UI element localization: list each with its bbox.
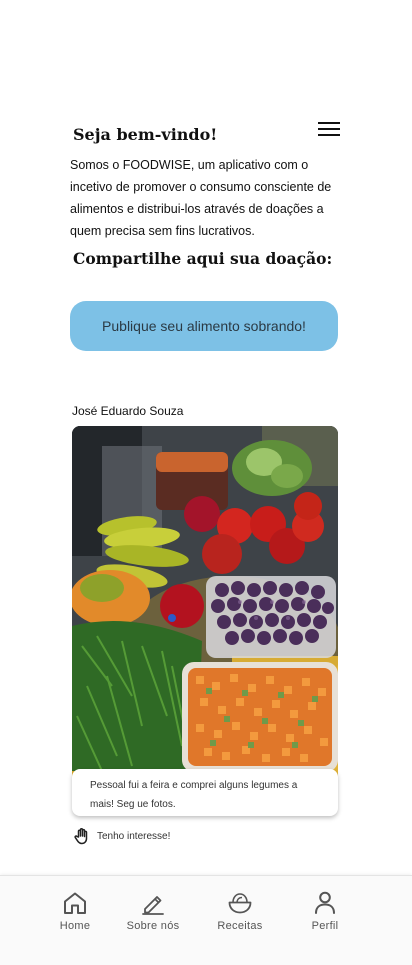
welcome-title: Seja bem-vindo! xyxy=(73,125,218,144)
hand-icon xyxy=(74,828,88,845)
post-author-name: José Eduardo Souza xyxy=(72,404,184,418)
nav-item-perfil[interactable]: Perfil xyxy=(285,890,365,932)
publish-food-button[interactable]: Publique seu alimento sobrando! xyxy=(70,301,338,351)
bottom-navigation: Home Sobre nós Receitas Perfil xyxy=(0,875,412,965)
hamburger-menu-icon[interactable] xyxy=(316,119,342,139)
nav-item-home[interactable]: Home xyxy=(35,890,115,932)
nav-label-receitas: Receitas xyxy=(217,920,263,932)
user-icon xyxy=(315,891,335,914)
post-photo[interactable] xyxy=(72,426,338,786)
menu-line xyxy=(318,128,340,130)
pencil-icon xyxy=(142,896,164,915)
share-donation-title: Compartilhe aqui sua doação: xyxy=(73,249,333,268)
home-icon xyxy=(64,892,86,914)
menu-line xyxy=(318,134,340,136)
interest-button[interactable]: Tenho interesse! xyxy=(74,828,170,845)
nav-item-sobre-nos[interactable]: Sobre nós xyxy=(113,890,193,932)
nav-label-sobre-nos: Sobre nós xyxy=(126,920,180,932)
post-caption: Pessoal fui a feira e comprei alguns leg… xyxy=(72,769,338,816)
bowl-icon xyxy=(228,893,252,914)
nav-label-home: Home xyxy=(59,920,91,932)
nav-label-perfil: Perfil xyxy=(311,920,339,932)
nav-item-receitas[interactable]: Receitas xyxy=(200,890,280,932)
interest-label: Tenho interesse! xyxy=(97,831,171,842)
intro-text: Somos o FOODWISE, um aplicativo com o in… xyxy=(70,158,332,238)
food-photo-illustration xyxy=(72,426,338,786)
menu-line xyxy=(318,122,340,124)
